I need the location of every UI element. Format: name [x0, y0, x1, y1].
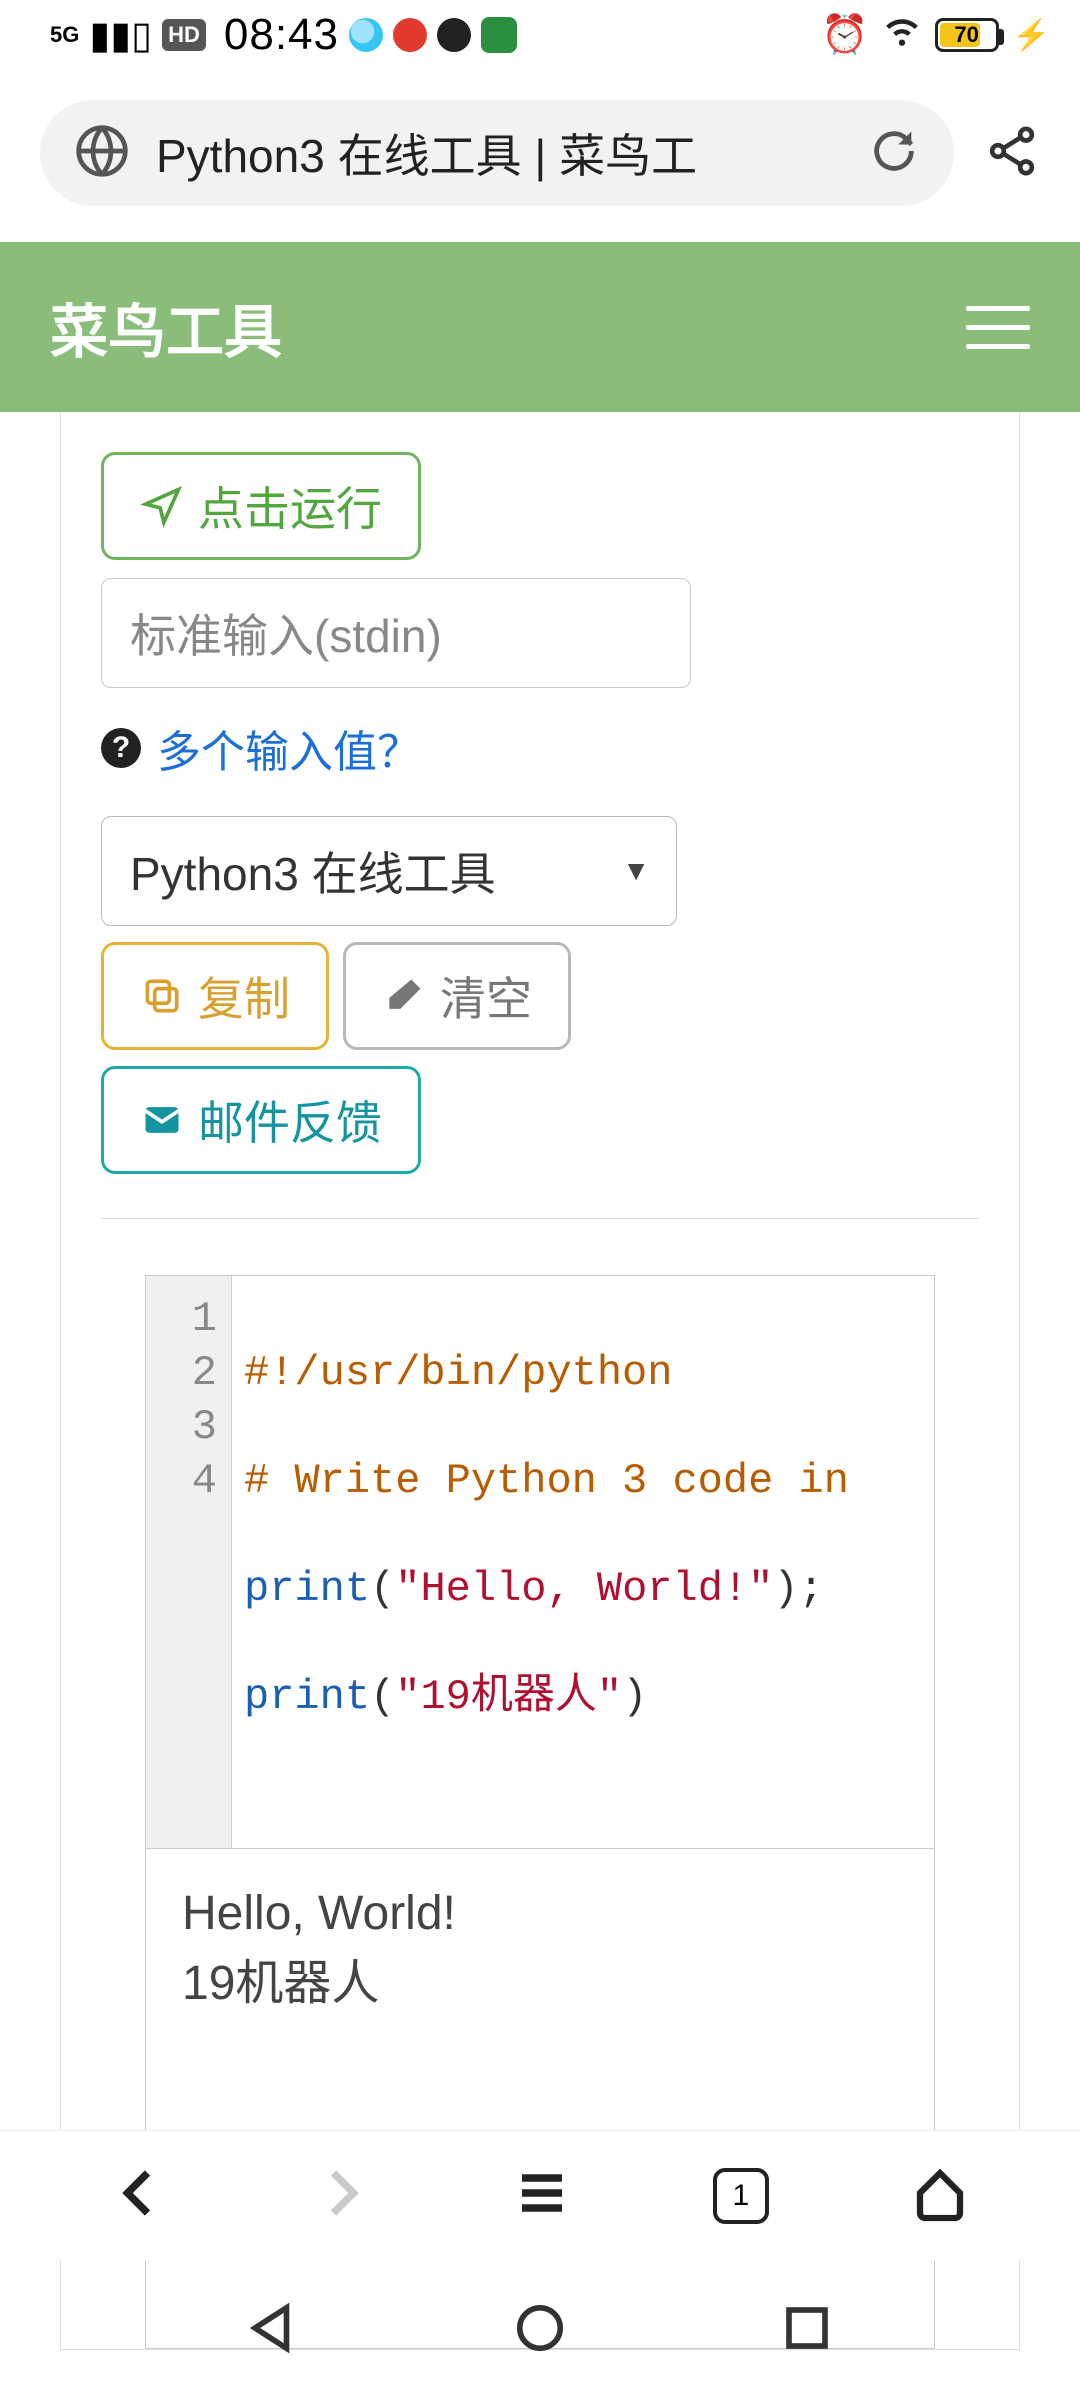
- app-notif-1-icon: [349, 18, 383, 52]
- app-notif-3-icon: [437, 18, 471, 52]
- android-back-icon[interactable]: [246, 2301, 300, 2360]
- share-icon[interactable]: [984, 123, 1040, 184]
- copy-button[interactable]: 复制: [101, 942, 329, 1050]
- wifi-icon: [883, 11, 921, 59]
- url-field[interactable]: Python3 在线工具 | 菜鸟工: [40, 100, 954, 206]
- mail-icon: [140, 1098, 184, 1142]
- code-editor[interactable]: 1 2 3 4 #!/usr/bin/python # Write Python…: [145, 1275, 935, 1849]
- language-select[interactable]: Python3 在线工具: [101, 816, 677, 926]
- browser-menu-button[interactable]: [512, 2163, 572, 2228]
- menu-icon[interactable]: [966, 306, 1030, 349]
- paper-plane-icon: [140, 484, 184, 528]
- back-button[interactable]: [110, 2163, 170, 2228]
- run-button[interactable]: 点击运行: [101, 452, 421, 560]
- copy-icon: [140, 974, 184, 1018]
- android-nav-bar: [0, 2260, 1080, 2400]
- battery-icon: 70: [935, 18, 999, 52]
- charging-icon: ⚡: [1013, 18, 1050, 53]
- feedback-label: 邮件反馈: [198, 1087, 382, 1153]
- home-button[interactable]: [910, 2163, 970, 2228]
- android-recents-icon[interactable]: [780, 2301, 834, 2360]
- hd-badge: HD: [162, 19, 206, 51]
- stdin-placeholder: 标准输入(stdin): [130, 600, 442, 666]
- alarm-icon: ⏰: [821, 13, 868, 57]
- run-label: 点击运行: [198, 473, 382, 539]
- feedback-button[interactable]: 邮件反馈: [101, 1066, 421, 1174]
- tool-panel: 点击运行 标准输入(stdin) ? 多个输入值？ Python3 在线工具 复…: [60, 412, 1020, 2350]
- browser-url-bar: Python3 在线工具 | 菜鸟工: [0, 70, 1080, 242]
- site-title[interactable]: 菜鸟工具: [50, 285, 282, 369]
- clock: 08:43: [224, 10, 339, 60]
- forward-button[interactable]: [311, 2163, 371, 2228]
- app-notif-2-icon: [393, 18, 427, 52]
- status-bar: 5G ▮▮▯ HD 08:43 ⏰ 70 ⚡: [0, 0, 1080, 70]
- android-home-icon[interactable]: [513, 2301, 567, 2360]
- stdin-input[interactable]: 标准输入(stdin): [101, 578, 691, 688]
- app-notif-4-icon: [481, 17, 517, 53]
- reload-icon[interactable]: [868, 125, 920, 182]
- multi-input-help-link[interactable]: 多个输入值？: [157, 716, 421, 780]
- eraser-icon: [382, 974, 426, 1018]
- copy-label: 复制: [198, 963, 290, 1029]
- output-line: 19机器人: [182, 1949, 898, 2019]
- page-title: Python3 在线工具 | 菜鸟工: [156, 120, 842, 186]
- tabs-button[interactable]: 1: [713, 2168, 769, 2224]
- language-select-value: Python3 在线工具: [130, 838, 496, 904]
- clear-label: 清空: [440, 963, 532, 1029]
- output-line: Hello, World!: [182, 1879, 898, 1949]
- signal-bars-icon: ▮▮▯: [89, 13, 152, 58]
- network-indicator: 5G: [50, 22, 79, 48]
- site-header: 菜鸟工具: [0, 242, 1080, 412]
- help-icon[interactable]: ?: [101, 728, 141, 768]
- browser-bottom-bar: 1: [0, 2130, 1080, 2260]
- globe-icon: [74, 123, 130, 184]
- clear-button[interactable]: 清空: [343, 942, 571, 1050]
- line-gutter: 1 2 3 4: [146, 1276, 232, 1848]
- code-content[interactable]: #!/usr/bin/python # Write Python 3 code …: [232, 1276, 886, 1848]
- tab-count: 1: [732, 2179, 749, 2213]
